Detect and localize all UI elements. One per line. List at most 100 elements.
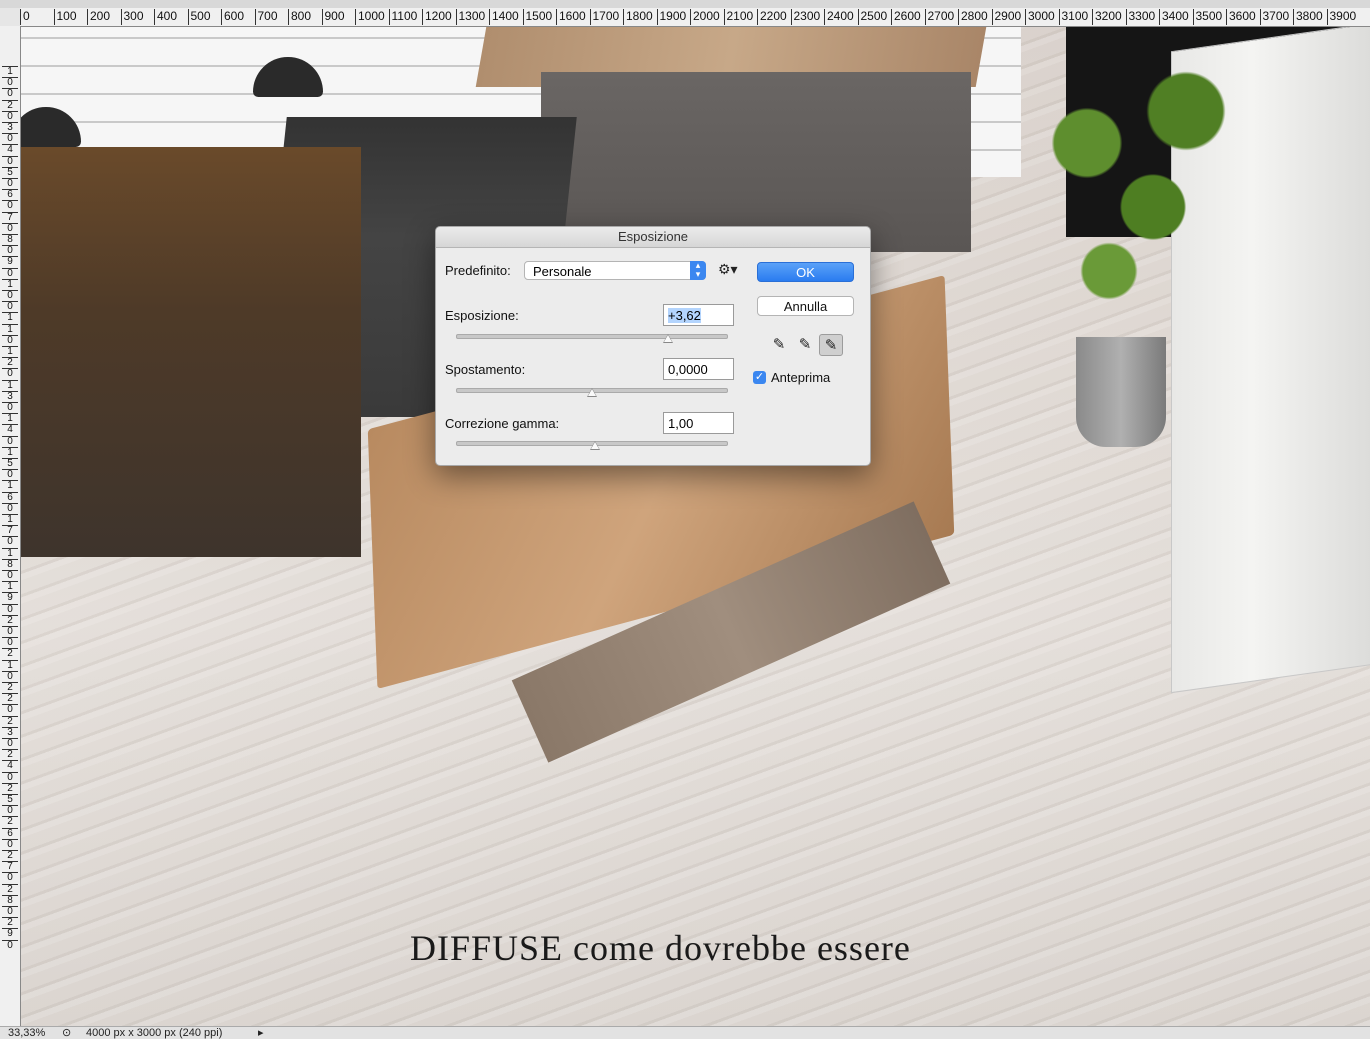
ruler-tick-label: 1300 — [455, 9, 485, 25]
ruler-tick-label: 4 — [2, 424, 18, 435]
status-arrow-icon[interactable]: ▸ — [258, 1027, 264, 1039]
status-menu-icon[interactable]: ⊙ — [62, 1027, 71, 1039]
ruler-tick-label: 1500 — [522, 9, 552, 25]
ruler-tick-label: 3 — [2, 726, 18, 738]
ruler-tick-label: 7 — [2, 861, 18, 872]
dialog-title: Esposizione — [436, 227, 870, 248]
ruler-tick-label: 0 — [2, 402, 18, 413]
ruler-tick-label: 900 — [321, 9, 345, 25]
ok-button[interactable]: OK — [757, 262, 854, 282]
ruler-tick-label: 800 — [288, 9, 311, 25]
settings-gear-icon[interactable]: ⚙▾ — [718, 261, 738, 278]
ruler-tick-label: 1 — [2, 66, 18, 77]
plant-leaves — [1021, 47, 1241, 367]
status-bar: 33,33% ⊙ 4000 px x 3000 px (240 ppi) ▸ — [0, 1026, 1370, 1039]
ruler-tick-label: 0 — [2, 110, 18, 122]
ruler-tick-label: 0 — [2, 155, 18, 167]
ruler-tick-label: 0 — [2, 570, 18, 581]
offset-label: Spostamento: — [445, 362, 526, 377]
ruler-tick-label: 1 — [2, 547, 18, 559]
ruler-tick-label: 2 — [2, 850, 18, 861]
ruler-tick-label: 0 — [2, 77, 18, 88]
ruler-tick-label: 6 — [2, 189, 18, 200]
ruler-tick-label: 2 — [2, 99, 18, 111]
exposure-slider[interactable] — [456, 334, 728, 343]
ruler-tick-label: 0 — [20, 9, 30, 25]
ruler-tick-label: 3900 — [1326, 9, 1356, 25]
ruler-tick-label: 2 — [2, 749, 18, 760]
ruler-tick-label: 0 — [2, 435, 18, 447]
ruler-tick-label: 1 — [2, 323, 18, 335]
document-info: 4000 px x 3000 px (240 ppi) — [86, 1027, 223, 1039]
offset-slider-thumb[interactable] — [587, 388, 597, 397]
ruler-tick-label: 3400 — [1159, 9, 1189, 25]
ruler-tick-label: 600 — [221, 9, 244, 25]
ruler-tick-label: 0 — [2, 771, 18, 783]
exposure-dialog: Esposizione Predefinito: Personale ▴ ▾ ⚙▾… — [435, 226, 871, 466]
ruler-tick-label: 1 — [2, 659, 18, 671]
ruler-tick-label: 0 — [2, 536, 18, 547]
ruler-tick-label: 300 — [120, 9, 144, 25]
offset-input[interactable]: 0,0000 — [663, 358, 734, 380]
gamma-input[interactable]: 1,00 — [663, 412, 734, 434]
ruler-tick-label: 8 — [2, 894, 18, 906]
ruler-tick-label: 9 — [2, 928, 18, 939]
ruler-tick-label: 3300 — [1125, 9, 1155, 25]
eyedropper-black-icon[interactable]: ✎ — [767, 334, 791, 356]
ruler-tick-label: 6 — [2, 827, 18, 839]
ruler-tick-label: 7 — [2, 211, 18, 223]
ruler-tick-label: 3200 — [1092, 9, 1122, 25]
ruler-tick-label: 0 — [2, 872, 18, 883]
ruler-tick-label: 0 — [2, 670, 18, 682]
exposure-slider-thumb[interactable] — [662, 334, 673, 343]
gamma-label: Correzione gamma: — [445, 416, 560, 431]
ruler-horizontal[interactable]: 0 100 200 300 400 500 600 700 800 900 1000 1100 1200… — [20, 8, 1370, 27]
ruler-origin[interactable] — [0, 8, 21, 27]
ruler-tick-label: 2 — [2, 357, 18, 368]
ruler-tick-label: 0 — [2, 368, 18, 379]
ruler-tick-label: 1 — [2, 278, 18, 290]
exposure-input[interactable]: +3,62 — [663, 304, 734, 326]
grey-cabinet — [541, 72, 971, 252]
cancel-button[interactable]: Annulla — [757, 296, 854, 316]
ruler-tick-label: 100 — [53, 9, 77, 25]
ruler-tick-label: 2 — [2, 883, 18, 895]
ruler-tick-label: 1 — [2, 514, 18, 525]
gamma-slider-thumb[interactable] — [589, 441, 600, 450]
offset-value: 0,0000 — [668, 362, 708, 377]
ruler-tick-label: 2 — [2, 917, 18, 928]
ruler-tick-label: 1 — [2, 312, 18, 323]
ruler-tick-label: 9 — [2, 592, 18, 603]
preview-checkbox[interactable]: ✓ — [753, 371, 766, 384]
gamma-slider[interactable] — [456, 441, 728, 450]
ruler-tick-label: 2 — [2, 648, 18, 659]
preset-label: Predefinito: — [445, 263, 511, 278]
ruler-tick-label: 0 — [2, 200, 18, 211]
ruler-vertical[interactable]: 1002030405060708090100110120130140150160… — [0, 26, 21, 1026]
eyedropper-white-icon[interactable]: ✎ — [819, 334, 843, 356]
ruler-tick-label: 1800 — [623, 9, 653, 25]
ruler-tick-label: 0 — [2, 290, 18, 301]
ruler-tick-label: 400 — [154, 9, 177, 25]
ruler-tick-label: 5 — [2, 458, 18, 469]
ruler-tick-label: 0 — [2, 334, 18, 346]
eyedropper-gray-icon[interactable]: ✎ — [793, 334, 817, 356]
ruler-tick-label: 2 — [2, 782, 18, 794]
ruler-tick-label: 0 — [2, 626, 18, 637]
ruler-tick-label: 5 — [2, 794, 18, 805]
ruler-tick-label: 0 — [2, 838, 18, 850]
ruler-tick-label: 1100 — [388, 9, 417, 25]
zoom-level[interactable]: 33,33% — [8, 1027, 45, 1039]
ruler-tick-label: 0 — [2, 222, 18, 234]
ruler-tick-label: 1 — [2, 581, 18, 592]
ruler-tick-label: 3 — [2, 390, 18, 402]
document-canvas[interactable]: DIFFUSE come dovrebbe essere — [21, 27, 1370, 1026]
ruler-tick-label: 1000 — [355, 9, 385, 25]
ruler-tick-label: 2400 — [824, 9, 854, 25]
ruler-tick-label: 4 — [2, 760, 18, 771]
ruler-tick-label: 2 — [2, 693, 18, 704]
offset-slider[interactable] — [456, 388, 728, 397]
preset-select[interactable]: Personale ▴ ▾ — [524, 261, 706, 280]
ruler-tick-label: 500 — [187, 9, 211, 25]
ruler-tick-label: 2 — [2, 816, 18, 827]
